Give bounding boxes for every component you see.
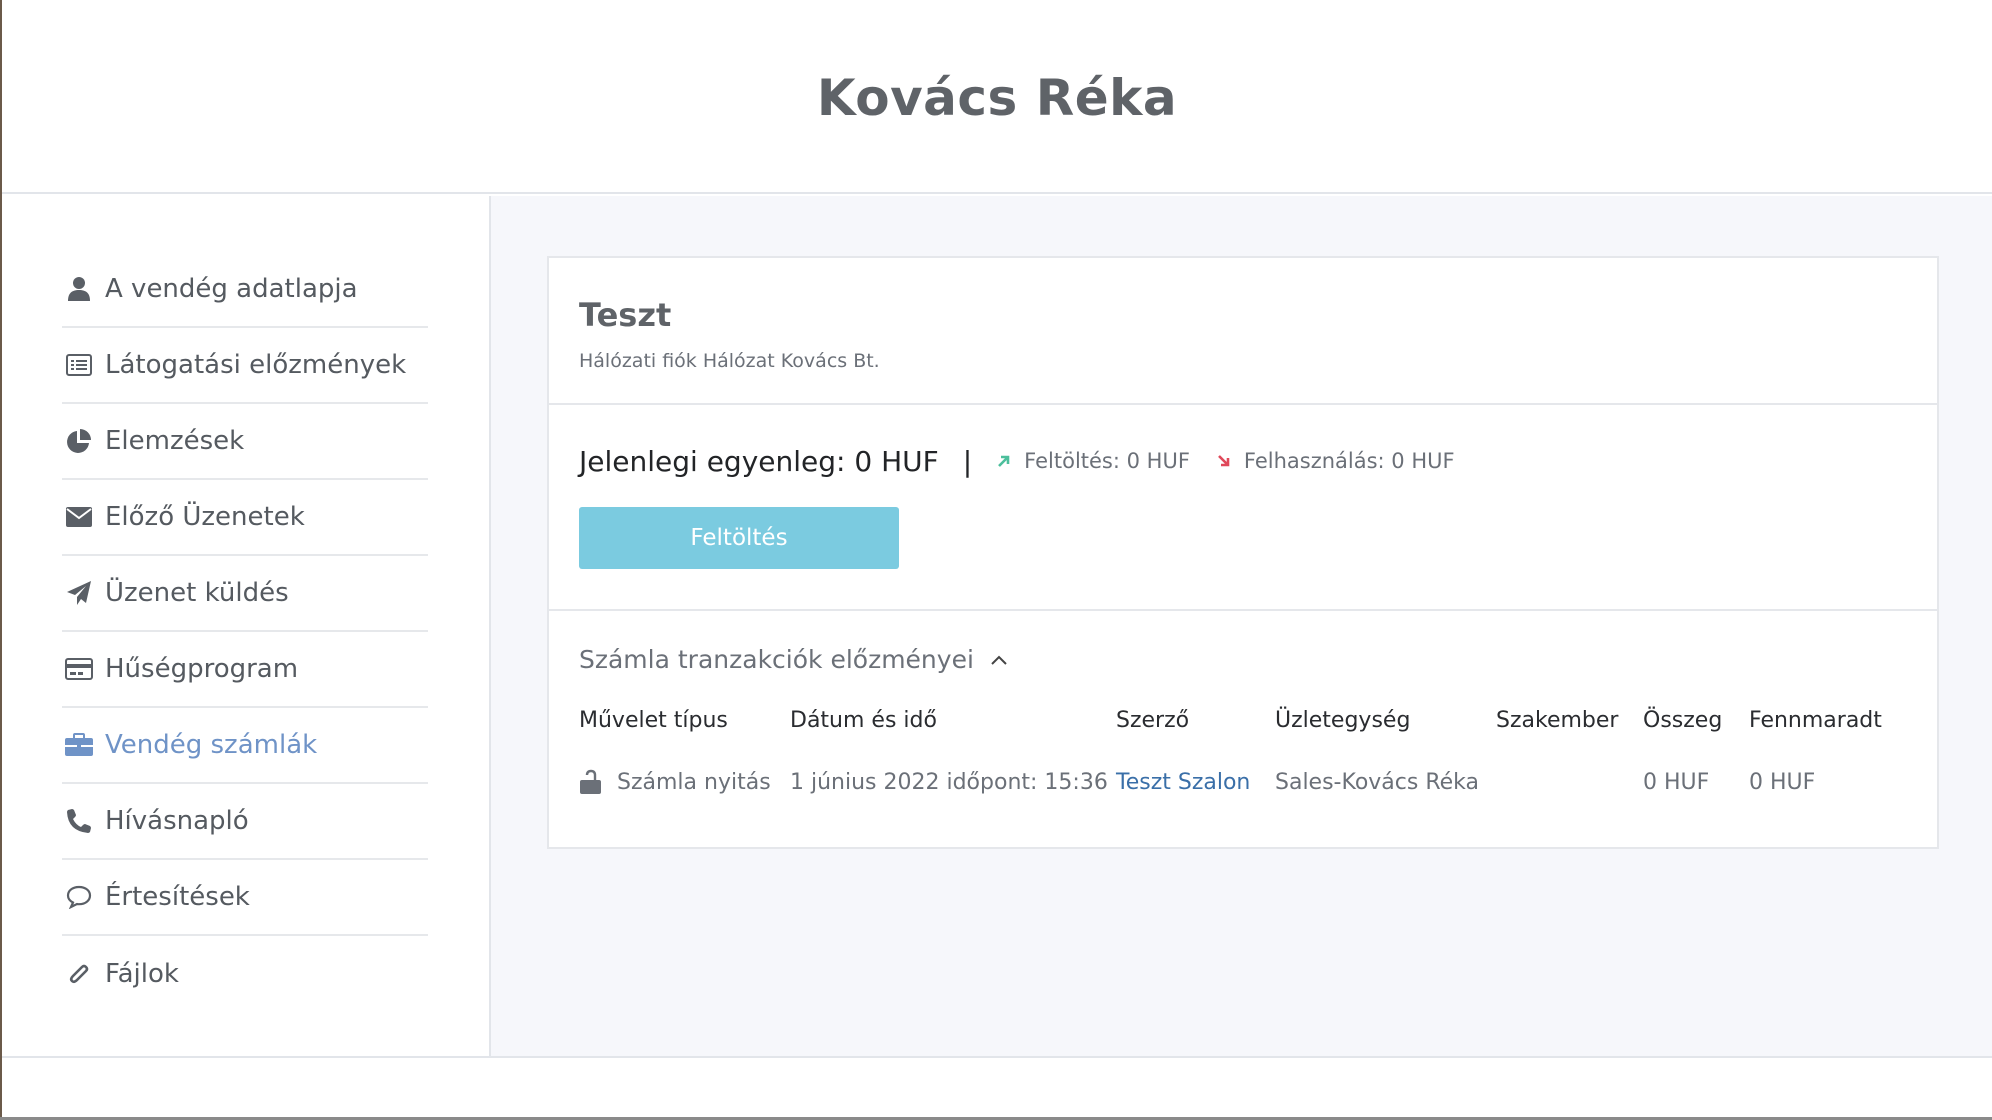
- column-header-specialist: Szakember: [1496, 708, 1619, 733]
- balance-line: Jelenlegi egyenleg: 0 HUF | Feltöltés: 0…: [579, 443, 1937, 479]
- account-subtitle: Hálózati fiók Hálózat Kovács Bt.: [579, 350, 880, 372]
- list-icon: [65, 351, 93, 379]
- current-balance: Jelenlegi egyenleg: 0 HUF: [579, 444, 939, 478]
- sidebar-item-label: Értesítések: [105, 882, 250, 912]
- history-toggle[interactable]: Számla tranzakciók előzményei: [579, 645, 1937, 674]
- sidebar-item-files[interactable]: Fájlok: [62, 936, 428, 1012]
- envelope-icon: [65, 503, 93, 531]
- user-icon: [65, 275, 93, 303]
- pie-chart-icon: [65, 427, 93, 455]
- transaction-history: Számla tranzakciók előzményei Művelet tí…: [549, 611, 1937, 795]
- sidebar-item-loyalty-program[interactable]: Hűségprogram: [62, 632, 428, 708]
- page-header: Kovács Réka: [2, 0, 1992, 194]
- arrow-down-right-icon: [1217, 455, 1230, 467]
- usage-stat-label: Felhasználás: 0 HUF: [1243, 449, 1455, 473]
- main-content: Teszt Hálózati fiók Hálózat Kovács Bt. J…: [491, 196, 1992, 1056]
- sidebar-item-label: Elemzések: [105, 426, 245, 456]
- paper-plane-icon: [65, 579, 93, 607]
- sidebar-item-label: Üzenet küldés: [105, 578, 289, 608]
- cell-datetime: 1 június 2022 időpont: 15:36: [790, 769, 1108, 795]
- sidebar-item-guest-accounts[interactable]: Vendég számlák: [62, 708, 428, 784]
- chevron-up-icon: [991, 655, 1007, 665]
- column-header-operation-type: Művelet típus: [579, 708, 728, 733]
- table-row: Számla nyitás 1 június 2022 időpont: 15:…: [579, 747, 1889, 795]
- topup-stat-label: Feltöltés: 0 HUF: [1024, 449, 1190, 473]
- sidebar-item-label: Vendég számlák: [105, 730, 318, 760]
- sidebar-item-previous-messages[interactable]: Előző Üzenetek: [62, 480, 428, 556]
- account-name: Teszt: [579, 296, 672, 334]
- column-header-author: Szerző: [1116, 708, 1190, 733]
- cell-amount: 0 HUF: [1643, 769, 1710, 795]
- column-header-amount: Összeg: [1643, 708, 1723, 733]
- usage-stat: Felhasználás: 0 HUF: [1216, 449, 1455, 473]
- sidebar-item-notifications[interactable]: Értesítések: [62, 860, 428, 936]
- arrow-up-right-icon: [998, 455, 1010, 467]
- sidebar-item-guest-profile[interactable]: A vendég adatlapja: [62, 252, 428, 328]
- sidebar-item-send-message[interactable]: Üzenet küldés: [62, 556, 428, 632]
- cell-author-link[interactable]: Teszt Szalon: [1116, 747, 1275, 795]
- sidebar-item-label: Látogatási előzmények: [105, 350, 407, 380]
- page-title: Kovács Réka: [816, 69, 1178, 127]
- sidebar-item-label: A vendég adatlapja: [105, 274, 358, 304]
- sidebar-item-label: Előző Üzenetek: [105, 502, 305, 532]
- account-header: Teszt Hálózati fiók Hálózat Kovács Bt.: [549, 258, 1937, 405]
- phone-icon: [65, 807, 93, 835]
- topup-button[interactable]: Feltöltés: [579, 507, 899, 569]
- column-header-datetime: Dátum és idő: [790, 708, 937, 733]
- sidebar: A vendég adatlapja Látogatási előzmények…: [2, 196, 491, 1056]
- sidebar-item-call-log[interactable]: Hívásnapló: [62, 784, 428, 860]
- sidebar-item-label: Hűségprogram: [105, 654, 299, 684]
- credit-card-icon: [65, 655, 93, 683]
- column-header-business-unit: Üzletegység: [1275, 708, 1411, 733]
- history-title: Számla tranzakciók előzményei: [579, 645, 974, 674]
- sidebar-item-label: Fájlok: [105, 959, 179, 989]
- topup-stat: Feltöltés: 0 HUF: [996, 449, 1190, 473]
- cell-remaining: 0 HUF: [1749, 769, 1816, 795]
- transaction-table: Művelet típus Dátum és idő Szerző Üzlete…: [579, 708, 1889, 795]
- sidebar-item-label: Hívásnapló: [105, 806, 249, 836]
- unlock-icon: [580, 769, 601, 794]
- balance-section: Jelenlegi egyenleg: 0 HUF | Feltöltés: 0…: [549, 405, 1937, 611]
- operation-type-text: Számla nyitás: [617, 769, 771, 795]
- column-header-remaining: Fennmaradt: [1749, 708, 1882, 733]
- table-header-row: Művelet típus Dátum és idő Szerző Üzlete…: [579, 708, 1889, 747]
- paperclip-icon: [65, 960, 93, 988]
- cell-specialist: [1496, 747, 1643, 795]
- cell-operation-type: Számla nyitás: [579, 747, 790, 795]
- sidebar-item-visit-history[interactable]: Látogatási előzmények: [62, 328, 428, 404]
- sidebar-menu: A vendég adatlapja Látogatási előzmények…: [62, 252, 428, 1012]
- balance-separator: |: [962, 444, 973, 478]
- cell-business-unit: Sales-Kovács Réka: [1275, 769, 1480, 795]
- account-card: Teszt Hálózati fiók Hálózat Kovács Bt. J…: [547, 256, 1939, 849]
- page-footer: [2, 1056, 1992, 1117]
- briefcase-icon: [65, 731, 93, 759]
- comment-icon: [65, 883, 93, 911]
- sidebar-item-analytics[interactable]: Elemzések: [62, 404, 428, 480]
